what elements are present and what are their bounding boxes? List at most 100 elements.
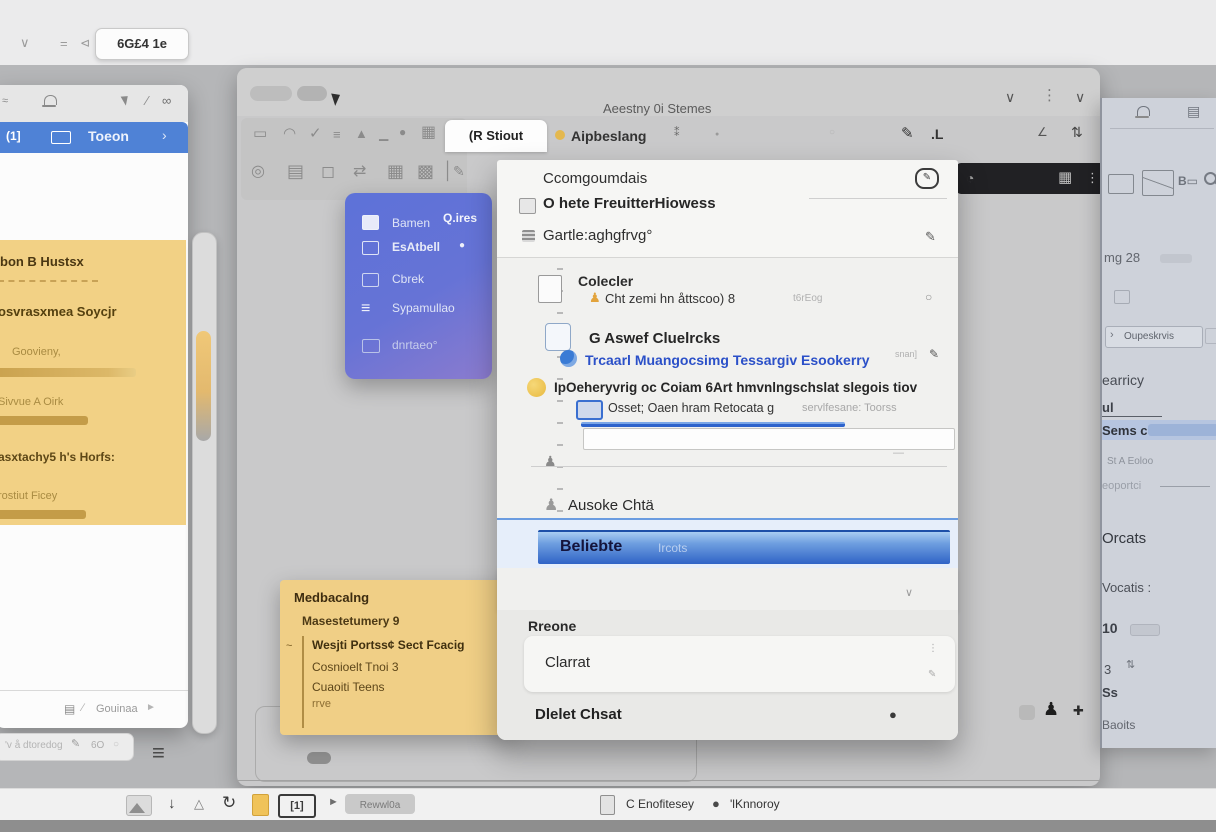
equals-icon[interactable]: = <box>60 37 68 50</box>
table-icon[interactable]: ▦ <box>421 125 436 141</box>
left-footer-label[interactable]: Gouinaa <box>96 703 138 715</box>
menu-item-delete[interactable]: Dlelet Chsat <box>535 706 622 723</box>
grid-small-icon <box>519 198 536 214</box>
pen-icon[interactable]: ∕ <box>146 94 148 107</box>
group-meta: servlfesane: Toorss <box>802 402 897 414</box>
hamburger-menu-icon[interactable]: ≡ <box>152 742 165 764</box>
sticky-note-line: Cosnioelt Tnoi 3 <box>312 660 399 674</box>
scrollbar-thumb[interactable] <box>196 331 211 441</box>
vocatis-label[interactable]: Vocatis : <box>1102 580 1151 595</box>
b-icon[interactable]: B▭ <box>1178 174 1198 188</box>
pencil-icon[interactable]: ✎ <box>925 230 936 243</box>
tab-active[interactable]: (R Stiout <box>445 120 547 152</box>
menu-item[interactable]: Gartle:aghgfrvg° <box>543 227 652 244</box>
pen-small-icon: ✎ <box>928 669 937 680</box>
angle-icon[interactable]: ∠ <box>1037 126 1048 138</box>
download-icon[interactable]: ↓ <box>168 796 176 811</box>
sub-label: St A Eoloo <box>1107 456 1154 467</box>
blue-panel-item[interactable]: dnrtaeo° <box>392 338 438 352</box>
blue-panel-item[interactable]: EsAtbell <box>392 240 440 254</box>
chevron-right-icon[interactable]: › <box>162 128 167 142</box>
target-icon[interactable]: ◎ <box>251 164 265 180</box>
pencil-icon[interactable]: ✎ <box>901 126 914 141</box>
grid-icon[interactable]: ▦ <box>387 162 404 180</box>
grid-icon[interactable]: ▦ <box>1058 170 1072 185</box>
bell-icon[interactable] <box>42 95 57 107</box>
left-window-header[interactable]: (1] Toeon › <box>0 122 188 153</box>
more-menu-icon[interactable]: ⋮ <box>1042 88 1057 103</box>
chevron-down-icon[interactable]: ∨ <box>20 36 30 49</box>
stack-icon <box>522 230 535 242</box>
blue-panel-item[interactable]: Cbrek <box>392 272 424 286</box>
align-icon[interactable]: ≡ <box>333 128 341 141</box>
draw-icon[interactable]: ◠ <box>283 126 296 141</box>
more-menu-icon[interactable]: ⋮ <box>1086 171 1099 184</box>
grid-dense-icon[interactable]: ▩ <box>417 162 434 180</box>
thumbnail-icon[interactable] <box>576 400 603 420</box>
pen-icon[interactable]: ✎ <box>453 164 465 178</box>
footer-square-icon[interactable] <box>1019 705 1035 720</box>
avatar-yellow-icon <box>527 378 546 397</box>
link-text[interactable]: Trcaarl Muangocsimg Tessargiv Esookerry <box>585 352 870 368</box>
menu-item[interactable]: Rreone <box>528 618 576 634</box>
orcats-label[interactable]: Orcats <box>1102 530 1146 547</box>
menu-item[interactable]: O hete FreuitterHiowess <box>543 195 716 212</box>
group-title[interactable]: Colecler <box>578 273 633 289</box>
book-icon[interactable]: ▤ <box>1187 104 1200 118</box>
circle-icon[interactable]: ○ <box>925 291 932 303</box>
search-icon[interactable] <box>1204 172 1216 185</box>
menu-item[interactable]: Clarrat <box>545 654 590 671</box>
menu-item[interactable]: Ausoke Chtä <box>568 497 654 514</box>
group-title[interactable]: IpOeheryvrig oc Coiam 6Art hmvnlngschsla… <box>554 380 917 395</box>
group-subtitle[interactable]: Cht zemi hn åttscoo) 8 <box>605 291 735 306</box>
highlight-bar[interactable]: Beliebte Ircots <box>538 530 950 564</box>
tab-inactive[interactable]: Aipbeslang <box>571 128 646 144</box>
underscore-icon[interactable]: ▁ <box>379 128 388 140</box>
history-icon[interactable]: ◔ <box>966 171 974 185</box>
chevron-down-icon[interactable]: ∨ <box>1005 90 1015 104</box>
questions-label: Oupeskrvis <box>1124 331 1175 342</box>
photo-icon[interactable] <box>126 795 152 816</box>
blue-panel-item[interactable]: Sypamullao <box>392 301 455 315</box>
ac-box-icon[interactable] <box>1108 174 1134 194</box>
task-chip[interactable]: Rewwl0a <box>345 794 415 814</box>
left-scrollbar[interactable] <box>192 232 217 734</box>
chart-box-icon[interactable] <box>1142 170 1174 196</box>
questions-button[interactable]: › Oupeskrvis <box>1105 326 1203 348</box>
swap-icon[interactable]: ⇄ <box>353 164 366 180</box>
one-badge-icon[interactable]: [1] <box>278 794 316 818</box>
yellow-subheading: osvrasxmea Soycjr <box>0 304 117 319</box>
highlight-row[interactable]: Beliebte Ircots <box>497 518 958 572</box>
person-icon[interactable]: ♟ <box>1043 700 1059 718</box>
pin-icon[interactable]: ● <box>399 126 406 138</box>
layout-icon[interactable]: ▤ <box>287 162 304 180</box>
recycle-icon[interactable]: ↻ <box>222 794 236 811</box>
tick-ruler <box>557 268 563 528</box>
flag-icon: ► <box>328 796 339 808</box>
history-circle-icon[interactable]: ✎ <box>915 168 939 189</box>
chevron-down-icon[interactable]: ∨ <box>1075 90 1085 104</box>
blue-panel-item[interactable]: Bamen <box>392 216 430 230</box>
label-icon[interactable]: .L <box>931 126 943 142</box>
tool-icon[interactable]: ✚ <box>1073 704 1084 717</box>
sort-az-icon[interactable]: ⇅ <box>1071 125 1083 139</box>
comment-icon[interactable]: ▭ <box>253 126 267 141</box>
blue-underline <box>581 422 845 427</box>
yellow-doc-icon[interactable] <box>252 794 269 816</box>
pencil-icon[interactable]: ✎ <box>929 348 939 360</box>
top-chip[interactable]: 6G£4 1e <box>95 28 189 60</box>
note-chip[interactable]: 'v å dtoredog ✎ 6O ○ <box>0 733 134 761</box>
group-title[interactable]: G Aswef Cluelrcks <box>589 330 720 347</box>
sticky-note: Medbacalng Masestetumery 9 ~ Wesjti Port… <box>280 580 516 735</box>
shape-icon[interactable]: ▲ <box>355 127 368 140</box>
bell-icon[interactable] <box>1135 106 1150 118</box>
triangle-icon[interactable]: △ <box>194 797 204 810</box>
menu-item[interactable]: Ccomgoumdais <box>543 170 647 187</box>
status-glyph-icon <box>307 752 331 764</box>
titlebar-pill-2[interactable] <box>297 86 327 101</box>
square-icon[interactable]: ◻ <box>321 163 335 180</box>
check-icon[interactable]: ✓ <box>309 126 322 141</box>
titlebar-pill-1[interactable] <box>250 86 292 101</box>
items-label[interactable]: Sems c <box>1102 423 1148 438</box>
pencil-icon[interactable]: ✎ <box>71 739 80 750</box>
